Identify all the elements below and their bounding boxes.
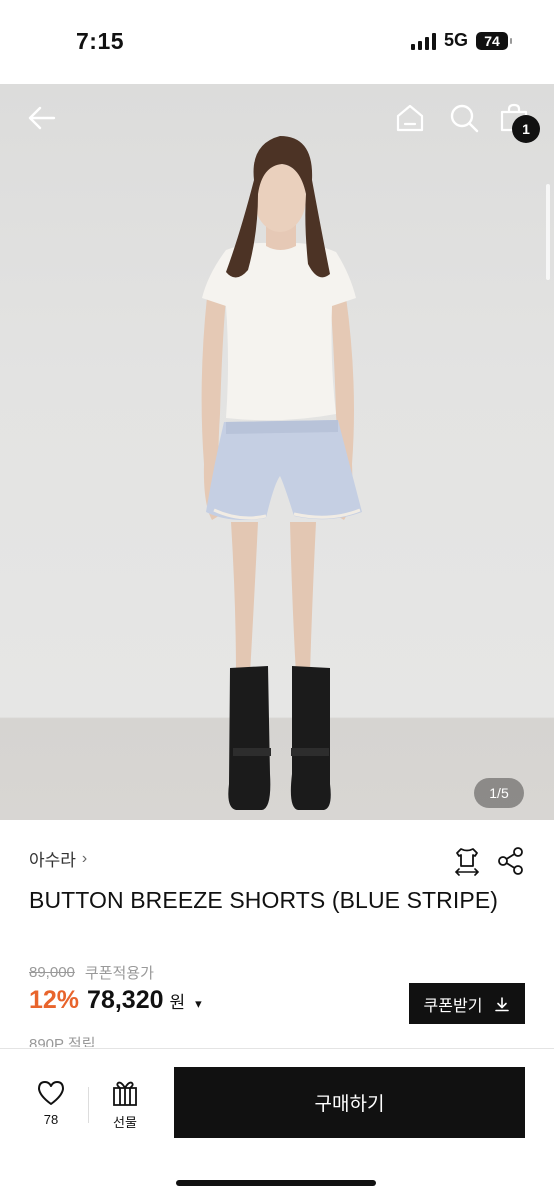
download-icon — [495, 996, 510, 1011]
scroll-indicator — [546, 184, 550, 280]
battery-level: 74 — [484, 32, 500, 49]
status-time: 7:15 — [76, 28, 125, 54]
bottom-action-bar: 78 선물 구매하기 — [0, 1048, 554, 1201]
gift-button[interactable]: 선물 — [108, 1079, 142, 1131]
like-button[interactable]: 78 — [34, 1079, 68, 1127]
currency-label: 원 — [169, 993, 186, 1012]
product-photo — [201, 136, 362, 810]
status-bar: 7:15 5G 74 — [0, 0, 554, 84]
sale-price: 78,320 — [87, 986, 164, 1014]
search-icon[interactable] — [448, 102, 480, 134]
original-price-row: 89,000 쿠폰적용가 — [29, 962, 154, 983]
divider — [88, 1087, 89, 1123]
product-image-carousel[interactable]: 1 1/5 — [0, 84, 554, 820]
gift-icon — [113, 1081, 137, 1106]
cart-count-badge: 1 — [512, 115, 540, 143]
download-coupon-button[interactable]: 쿠폰받기 — [409, 983, 525, 1024]
price-row[interactable]: 12% 78,320 원 ▾ — [29, 986, 202, 1015]
gift-label: 선물 — [113, 1115, 137, 1130]
home-indicator — [176, 1180, 376, 1186]
home-icon[interactable] — [394, 102, 426, 134]
coupon-button-label: 쿠폰받기 — [423, 997, 483, 1015]
share-icon[interactable] — [496, 846, 526, 876]
like-count: 78 — [43, 1112, 59, 1127]
product-title: BUTTON BREEZE SHORTS (BLUE STRIPE) — [29, 887, 499, 913]
buy-button-label: 구매하기 — [314, 1094, 385, 1115]
chevron-down-icon[interactable]: ▾ — [195, 996, 202, 1012]
coupon-price-note: 쿠폰적용가 — [84, 965, 154, 982]
image-page-indicator: 1/5 — [474, 778, 524, 808]
signal-icon — [410, 32, 436, 50]
original-price: 89,000 — [29, 964, 75, 981]
size-guide-icon[interactable] — [452, 846, 482, 876]
heart-icon — [38, 1081, 64, 1105]
battery-icon: 74 — [476, 31, 512, 50]
chevron-right-icon: › — [81, 849, 88, 867]
buy-button[interactable]: 구매하기 — [174, 1067, 525, 1138]
back-arrow-icon[interactable] — [26, 102, 58, 134]
discount-rate: 12% — [29, 986, 80, 1014]
status-indicators: 5G 74 — [410, 30, 512, 51]
brand-link[interactable]: 아수라 › — [29, 846, 87, 871]
brand-name: 아수라 — [29, 851, 76, 870]
network-label: 5G — [443, 30, 468, 50]
points-info: 890P 적립 — [29, 1036, 96, 1047]
